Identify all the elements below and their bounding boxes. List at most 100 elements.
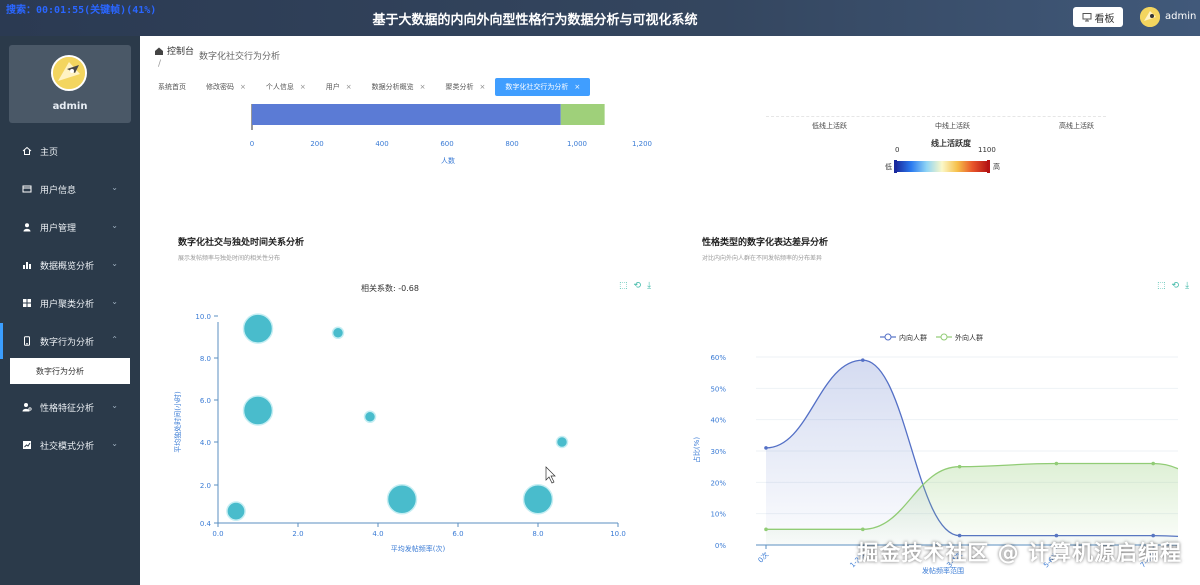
series-point[interactable] (1054, 461, 1059, 466)
y-tick-label: 40% (710, 417, 726, 425)
sidebar-item-personality[interactable]: 性格特征分析 ⌄ (0, 389, 140, 425)
heatmap-legend-title: 线上活跃度 (931, 139, 971, 148)
heatmap-color-scale[interactable] (894, 160, 990, 173)
board-button[interactable]: 看板 (1073, 7, 1123, 27)
sidebar-item-label: 主页 (40, 147, 59, 158)
y-tick-label: 60% (710, 354, 726, 362)
sidebar-item-social-pattern[interactable]: 社交模式分析 ⌄ (0, 427, 140, 463)
chevron-down-icon: ⌄ (111, 297, 118, 306)
x-tick-label: 400 (375, 140, 388, 148)
x-tick-label: 10.0 (610, 530, 626, 538)
bubble-panel-title: 数字化社交与独处时间关系分析 (178, 238, 305, 248)
close-icon[interactable]: × (574, 83, 580, 91)
sidebar-item-home[interactable]: 主页 (0, 133, 140, 169)
tab-label: 聚类分析 (445, 83, 474, 91)
bubble-point[interactable] (242, 395, 274, 426)
top-bar-chart: 0 200 400 600 800 1,000 1,200 人数 (250, 104, 652, 165)
sidebar-item-user-clustering[interactable]: 用户聚类分析 ⌄ (0, 285, 140, 321)
bubble-point[interactable] (363, 410, 377, 424)
series-point[interactable] (861, 527, 865, 532)
board-button-label: 看板 (1094, 13, 1115, 25)
bubble-point[interactable] (242, 313, 274, 344)
download-icon[interactable]: ⤓ (647, 281, 651, 291)
close-icon[interactable]: × (420, 83, 426, 91)
submenu-item-digital-behavior[interactable]: 数字行为分析 (10, 358, 130, 384)
tab-clustering[interactable]: 聚类分析 × (436, 78, 496, 96)
y-tick-label: 6.0 (200, 397, 211, 405)
bubble-point[interactable] (226, 501, 246, 521)
close-icon[interactable]: × (480, 83, 486, 91)
x-tick-label: 200 (310, 140, 323, 148)
sidebar-item-data-overview[interactable]: 数据概览分析 ⌄ (0, 247, 140, 283)
header-username[interactable]: admin (1165, 11, 1196, 22)
main-content: 控制台 数字化社交行为分析 / 系统首页 修改密码 × 个人信息 × 用户 × 数据分… (140, 36, 1200, 585)
x-tick-label: 8.0 (532, 530, 543, 538)
series-point[interactable] (1151, 461, 1155, 466)
chart-box-icon (23, 441, 31, 449)
tab-label: 用户 (325, 83, 340, 91)
y-tick-label: 30% (710, 448, 726, 456)
series-point[interactable] (764, 527, 768, 532)
tab-profile[interactable]: 个人信息 × (256, 78, 316, 96)
bubble-point[interactable] (331, 326, 345, 340)
close-icon[interactable]: × (346, 83, 352, 91)
phone-icon (24, 336, 30, 346)
correlation-label: 相关系数: -0.68 (361, 283, 419, 293)
header-avatar[interactable] (1140, 7, 1160, 27)
grid-icon (23, 299, 31, 307)
bubble-point[interactable] (386, 484, 418, 515)
y-tick-label: 4.0 (200, 439, 211, 447)
tab-label: 个人信息 (265, 83, 294, 91)
x-tick-label: 4.0 (372, 530, 383, 538)
line-panel-subtitle: 对比内向外向人群在不同发帖频率的分布差异 (702, 255, 823, 262)
chevron-up-icon: ⌃ (111, 335, 118, 344)
line-ylabel: 占比(%) (692, 437, 701, 463)
x-tick-label: 0.0 (212, 530, 223, 538)
series-point[interactable] (764, 446, 768, 450)
bubble-xlabel: 平均发帖频率(次) (391, 544, 446, 553)
tab-home[interactable]: 系统首页 (148, 78, 196, 96)
series-point[interactable] (957, 464, 962, 469)
tab-users[interactable]: 用户 × (316, 78, 362, 96)
tab-digital-social[interactable]: 数字化社交行为分析 × (495, 78, 591, 96)
sidebar-item-label: 性格特征分析 (40, 403, 95, 414)
monitor-icon (1082, 13, 1091, 22)
x-tick-label: 1,200 (632, 140, 652, 148)
close-icon[interactable]: × (240, 83, 246, 91)
y-tick-label: 0.4 (200, 520, 212, 528)
y-tick-label: 10.0 (195, 313, 211, 321)
top-header: 搜索：00:01:55(关键帧)(41%) 基于大数据的内向外向型性格行为数据分… (0, 0, 1200, 36)
avatar[interactable] (51, 55, 87, 91)
x-tick-label: 1,000 (567, 140, 587, 148)
sidebar-item-label: 用户聚类分析 (40, 299, 95, 310)
x-tick-label: 2.0 (292, 530, 303, 538)
download-icon[interactable]: ⤓ (1185, 281, 1189, 291)
person-gear-icon (22, 403, 32, 412)
tab-label: 数据分析概览 (371, 83, 414, 91)
bar-segment[interactable] (252, 104, 561, 125)
tab-change-password[interactable]: 修改密码 × (196, 78, 256, 96)
sidebar-item-user-management[interactable]: 用户管理 ⌄ (0, 209, 140, 245)
y-tick-label: 2.0 (200, 482, 211, 490)
sidebar-item-digital-behavior[interactable]: 数字行为分析 ⌃ (0, 323, 140, 359)
line-panel-title: 性格类型的数字化表达差异分析 (702, 238, 829, 248)
bubble-panel-subtitle: 展示发帖频率与独处时间的相关性分布 (178, 255, 281, 262)
series-point[interactable] (861, 358, 865, 362)
heatmap-column-label: 低线上活跃 (812, 122, 847, 130)
close-icon[interactable]: × (300, 83, 306, 91)
mouse-cursor-icon (545, 466, 556, 484)
heatmap-legend-max: 1100 (978, 146, 996, 154)
heatmap-column-label: 高线上活跃 (1059, 122, 1094, 130)
tab-bar: 系统首页 修改密码 × 个人信息 × 用户 × 数据分析概览 × 聚类分析 × 数字化社交… (148, 78, 591, 96)
y-tick-label: 20% (710, 479, 726, 487)
tab-data-overview[interactable]: 数据分析概览 × (362, 78, 436, 96)
x-tick-label: 800 (505, 140, 518, 148)
heatmap-legend-high: 高 (993, 163, 1000, 171)
bubble-point[interactable] (555, 435, 569, 449)
sidebar-item-user-info[interactable]: 用户信息 ⌄ (0, 171, 140, 207)
breadcrumb-root[interactable]: 控制台 (167, 44, 194, 57)
bubble-point[interactable] (522, 484, 554, 515)
profile-name: admin (52, 101, 88, 112)
bar-segment[interactable] (560, 104, 605, 125)
chevron-down-icon: ⌄ (111, 183, 118, 192)
